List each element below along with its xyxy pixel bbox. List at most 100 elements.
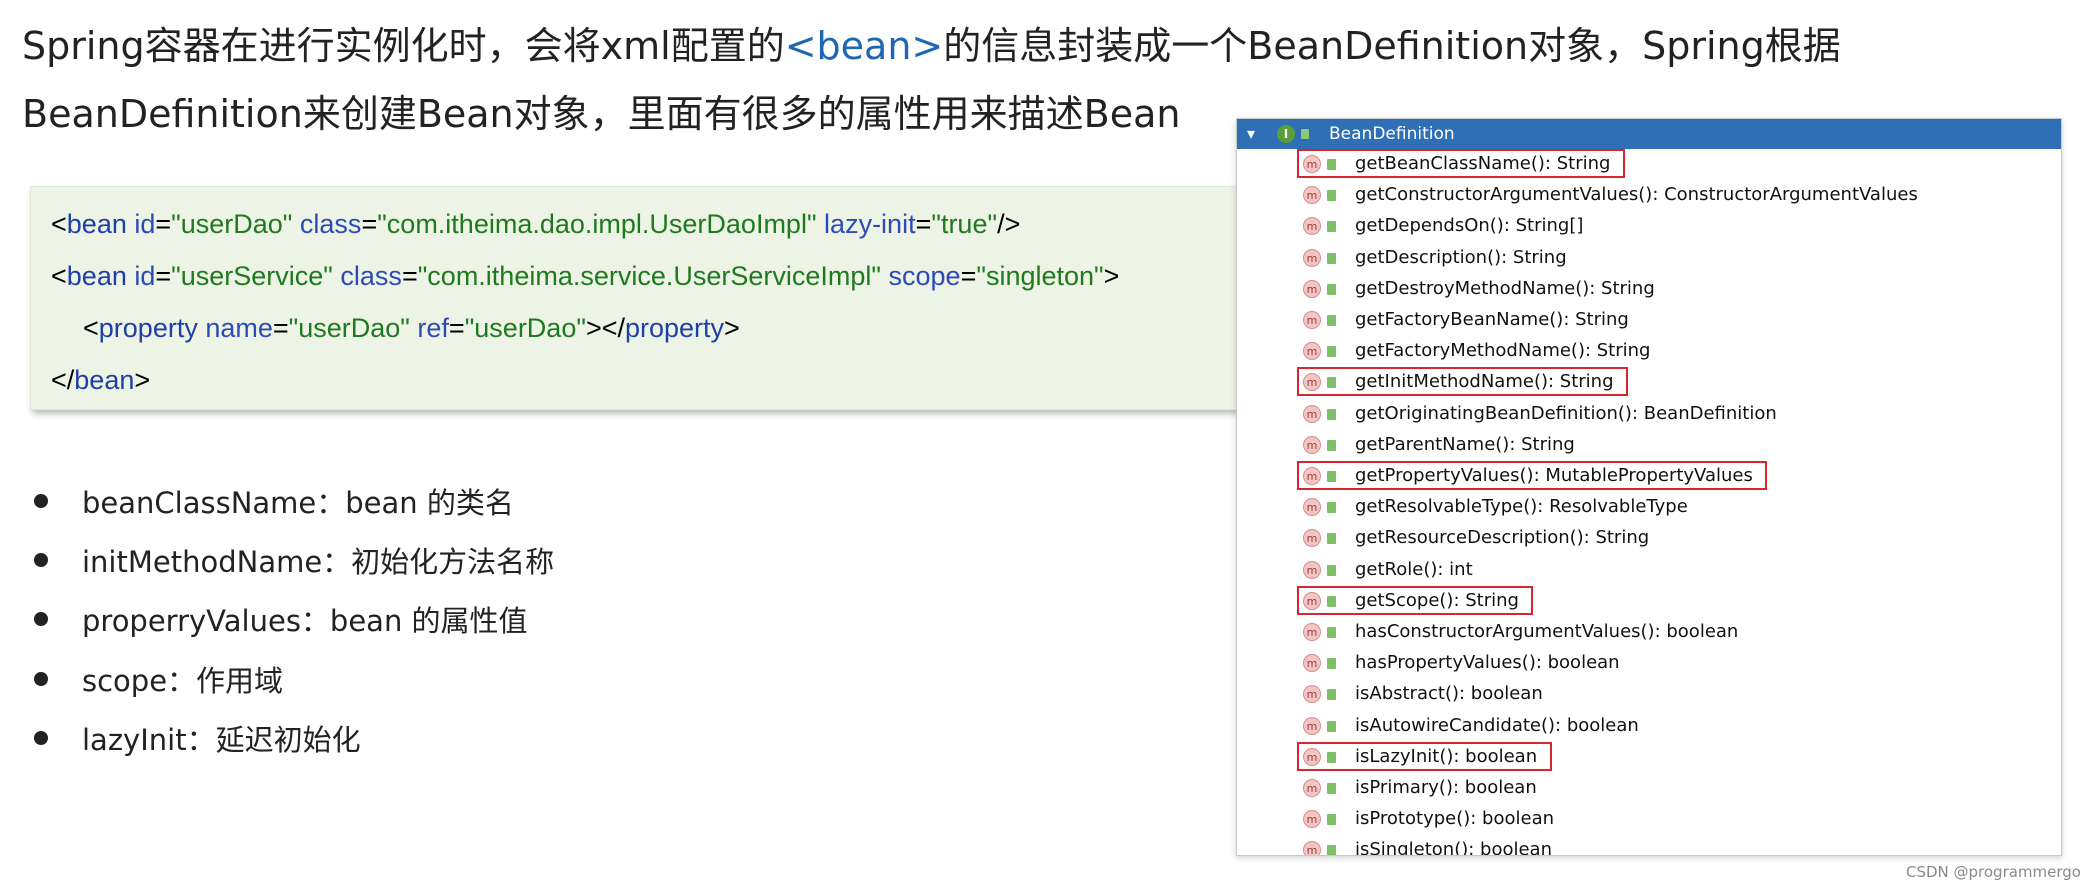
structure-header[interactable]: ▾ I BeanDefinition (1237, 119, 2061, 149)
bullet-dot-icon (34, 731, 48, 745)
code-token: = (915, 209, 932, 239)
bullet-text: lazyInit：延迟初始化 (82, 723, 361, 757)
intro-line-1: Spring容器在进行实例化时，会将xml配置的<bean>的信息封装成一个Be… (22, 12, 1841, 80)
public-icon (1327, 283, 1336, 295)
method-signature: getConstructorArgumentValues(): Construc… (1355, 184, 1918, 206)
method-icon: m (1303, 560, 1321, 579)
code-token: ref (409, 313, 449, 343)
code-token: "userDao" (171, 209, 293, 239)
public-icon (1327, 533, 1336, 545)
method-signature: getResolvableType(): ResolvableType (1355, 496, 1688, 518)
method-icon: m (1303, 435, 1321, 454)
method-signature: isPrimary(): boolean (1355, 777, 1537, 798)
intro-part-1: Spring容器在进行实例化时，会将xml配置的 (22, 24, 785, 68)
method-row[interactable]: m isPrototype(): boolean (1237, 804, 2061, 835)
method-row[interactable]: m getDescription(): String (1237, 243, 2061, 274)
code-line-2: <bean id="userService" class="com.itheim… (51, 261, 1119, 292)
method-signature: getDestroyMethodName(): String (1355, 277, 1655, 299)
method-signature: getScope(): String (1355, 589, 1519, 611)
method-row[interactable]: m getFactoryBeanName(): String (1237, 305, 2061, 336)
method-row[interactable]: m hasConstructorArgumentValues(): boolean (1237, 617, 2061, 648)
structure-panel[interactable]: ▾ I BeanDefinition m getBeanClassName(): … (1236, 118, 2062, 856)
method-row[interactable]: m hasPropertyValues(): boolean (1237, 648, 2061, 679)
method-icon: m (1303, 654, 1321, 673)
method-signature: getPropertyValues(): MutablePropertyValu… (1355, 465, 1753, 486)
code-token: > (1103, 261, 1120, 291)
code-token: = (155, 209, 172, 239)
public-icon (1327, 315, 1336, 326)
method-row[interactable]: m getInitMethodName(): String (1237, 367, 2061, 398)
code-token: "singleton" (976, 261, 1104, 291)
method-row[interactable]: m isLazyInit(): boolean (1237, 741, 2061, 773)
code-token: "com.itheima.dao.impl.UserDaoImpl" (377, 209, 817, 239)
method-icon: m (1303, 716, 1321, 735)
bullet-dot-icon (34, 553, 48, 567)
method-row[interactable]: m getFactoryMethodName(): String (1237, 336, 2061, 367)
method-icon: m (1303, 155, 1321, 173)
public-icon (1327, 564, 1336, 576)
method-signature: getResourceDescription(): String (1355, 527, 1650, 549)
public-icon (1327, 627, 1336, 638)
public-icon (1327, 190, 1336, 202)
public-icon (1327, 751, 1336, 763)
method-row[interactable]: m isAutowireCandidate(): boolean (1237, 711, 2061, 742)
method-signature: hasConstructorArgumentValues(): boolean (1355, 621, 1739, 642)
method-icon: m (1303, 186, 1321, 205)
public-icon (1327, 595, 1336, 607)
chevron-down-icon[interactable]: ▾ (1247, 124, 1255, 143)
method-signature: getDependsOn(): String[] (1355, 215, 1584, 237)
method-row[interactable]: m getParentName(): String (1237, 430, 2061, 461)
method-row[interactable]: m getRole(): int (1237, 555, 2061, 586)
public-icon (1327, 408, 1336, 420)
code-line-3: <property name="userDao" ref="userDao"><… (83, 313, 740, 344)
public-icon (1327, 658, 1336, 670)
public-icon (1327, 221, 1336, 233)
code-token: < (51, 261, 67, 291)
public-icon (1301, 129, 1309, 139)
method-icon: m (1303, 747, 1321, 766)
code-token: property (624, 313, 725, 343)
code-token: bean (66, 261, 127, 291)
method-signature: getRole(): int (1355, 558, 1473, 580)
bullet-text: beanClassName：bean 的类名 (82, 486, 514, 520)
method-signature: getOriginatingBeanDefinition(): BeanDefi… (1355, 402, 1777, 424)
method-icon: m (1303, 623, 1321, 641)
intro-part-2: 的信息封装成一个BeanDefinition对象，Spring根据 (943, 24, 1841, 68)
method-row[interactable]: m getResourceDescription(): String (1237, 523, 2061, 554)
method-signature: isLazyInit(): boolean (1355, 745, 1538, 767)
method-icon: m (1303, 279, 1321, 298)
method-row[interactable]: m getBeanClassName(): String (1237, 149, 2061, 180)
code-token: = (155, 261, 172, 291)
code-token: </ (51, 365, 75, 395)
bullet-text: initMethodName：初始化方法名称 (82, 545, 555, 579)
bullet-dot-icon (34, 672, 48, 686)
method-icon: m (1303, 342, 1321, 361)
method-row[interactable]: m getDestroyMethodName(): String (1237, 274, 2061, 305)
method-row[interactable]: m getResolvableType(): ResolvableType (1237, 492, 2061, 523)
method-row[interactable]: m isPrimary(): boolean (1237, 773, 2061, 804)
method-signature: isSingleton(): boolean (1355, 839, 1552, 856)
bullet-text: properryValues：bean 的属性值 (82, 604, 528, 638)
method-row[interactable]: m getOriginatingBeanDefinition(): BeanDef… (1237, 399, 2061, 430)
method-row[interactable]: m getScope(): String (1237, 585, 2061, 617)
method-row[interactable]: m isAbstract(): boolean (1237, 679, 2061, 710)
xml-code-block: <bean id="userDao" class="com.itheima.da… (30, 186, 1242, 410)
code-line-1: <bean id="userDao" class="com.itheima.da… (51, 209, 1020, 240)
code-token: "userService" (171, 261, 333, 291)
method-row[interactable]: m isSingleton(): boolean (1237, 835, 2061, 856)
code-token: > (724, 313, 740, 343)
method-row[interactable]: m getConstructorArgumentValues(): Constru… (1237, 180, 2061, 211)
interface-icon: I (1277, 125, 1295, 143)
method-signature: getFactoryMethodName(): String (1355, 340, 1651, 362)
method-row[interactable]: m getPropertyValues(): MutablePropertyVal… (1237, 461, 2061, 492)
public-icon (1327, 845, 1336, 855)
code-token: = (448, 313, 465, 343)
method-icon: m (1303, 529, 1321, 548)
method-row[interactable]: m getDependsOn(): String[] (1237, 211, 2061, 242)
public-icon (1327, 689, 1336, 701)
method-icon: m (1303, 810, 1321, 829)
public-icon (1327, 814, 1336, 826)
method-icon: m (1303, 248, 1321, 267)
code-token: bean (66, 209, 127, 239)
bullet-dot-icon (34, 494, 48, 508)
